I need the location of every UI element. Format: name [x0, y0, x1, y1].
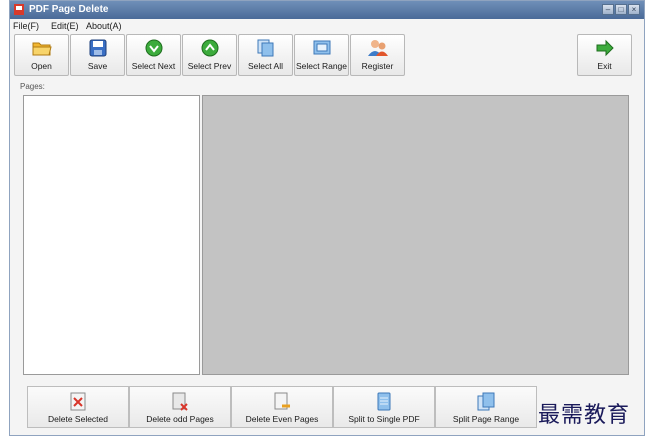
delete-page-icon [70, 392, 86, 411]
exit-button[interactable]: Exit [577, 34, 632, 76]
title-bar: PDF Page Delete – □ × [10, 1, 644, 19]
window-controls: – □ × [602, 4, 640, 15]
select-all-button[interactable]: Select All [238, 34, 293, 76]
split-single-pdf-button[interactable]: Split to Single PDF [333, 386, 435, 428]
delete-even-pages-label: Delete Even Pages [245, 414, 319, 424]
split-page-range-button[interactable]: Split Page Range [435, 386, 537, 428]
arrow-up-circle-icon [201, 39, 218, 57]
register-label: Register [361, 61, 394, 71]
arrow-down-circle-icon [145, 39, 162, 57]
select-all-label: Select All [248, 61, 283, 71]
bottom-action-bar: Delete Selected Delete odd Pages Delete … [27, 386, 537, 428]
pages-label: Pages: [20, 82, 45, 91]
select-next-label: Select Next [131, 61, 176, 71]
menu-edit[interactable]: Edit(E) [51, 21, 79, 31]
delete-even-pages-button[interactable]: Delete Even Pages [231, 386, 333, 428]
select-next-button[interactable]: Select Next [126, 34, 181, 76]
menu-bar: File(F) Edit(E) About(A) [10, 19, 644, 33]
open-folder-icon [32, 42, 52, 56]
select-prev-button[interactable]: Select Prev [182, 34, 237, 76]
delete-odd-icon [172, 392, 188, 411]
delete-selected-label: Delete Selected [47, 414, 108, 424]
delete-selected-button[interactable]: Delete Selected [27, 386, 129, 428]
window-title: PDF Page Delete [29, 4, 109, 15]
split-range-icon [477, 392, 495, 411]
minimize-button[interactable]: – [602, 4, 614, 15]
watermark-text: 最需教育 [538, 403, 631, 428]
menu-file[interactable]: File(F) [13, 21, 39, 31]
page-list-panel[interactable] [23, 95, 200, 375]
split-single-icon [377, 392, 391, 411]
split-single-pdf-label: Split to Single PDF [348, 414, 420, 424]
select-range-icon [313, 40, 330, 55]
exit-arrow-icon [596, 39, 614, 57]
save-label: Save [87, 61, 108, 71]
select-range-button[interactable]: Select Range [294, 34, 349, 76]
select-range-label: Select Range [295, 61, 348, 71]
select-all-pages-icon [257, 39, 273, 57]
open-label: Open [31, 61, 52, 71]
delete-even-icon [274, 392, 290, 410]
app-icon [14, 4, 24, 15]
users-icon [367, 40, 388, 56]
save-button[interactable]: Save [70, 34, 125, 76]
menu-about[interactable]: About(A) [86, 21, 122, 31]
select-prev-label: Select Prev [187, 61, 232, 71]
toolbar: Open Save Select Next Select Prev Select… [14, 34, 406, 78]
close-button[interactable]: × [628, 4, 640, 15]
delete-odd-pages-button[interactable]: Delete odd Pages [129, 386, 231, 428]
register-button[interactable]: Register [350, 34, 405, 76]
maximize-button[interactable]: □ [615, 4, 627, 15]
delete-odd-pages-label: Delete odd Pages [146, 414, 214, 424]
save-disk-icon [89, 39, 106, 57]
exit-label: Exit [597, 61, 612, 71]
split-page-range-label: Split Page Range [452, 414, 520, 424]
page-preview-panel[interactable] [202, 95, 629, 375]
app-window: PDF Page Delete – □ × File(F) Edit(E) Ab… [9, 0, 645, 436]
open-button[interactable]: Open [14, 34, 69, 76]
